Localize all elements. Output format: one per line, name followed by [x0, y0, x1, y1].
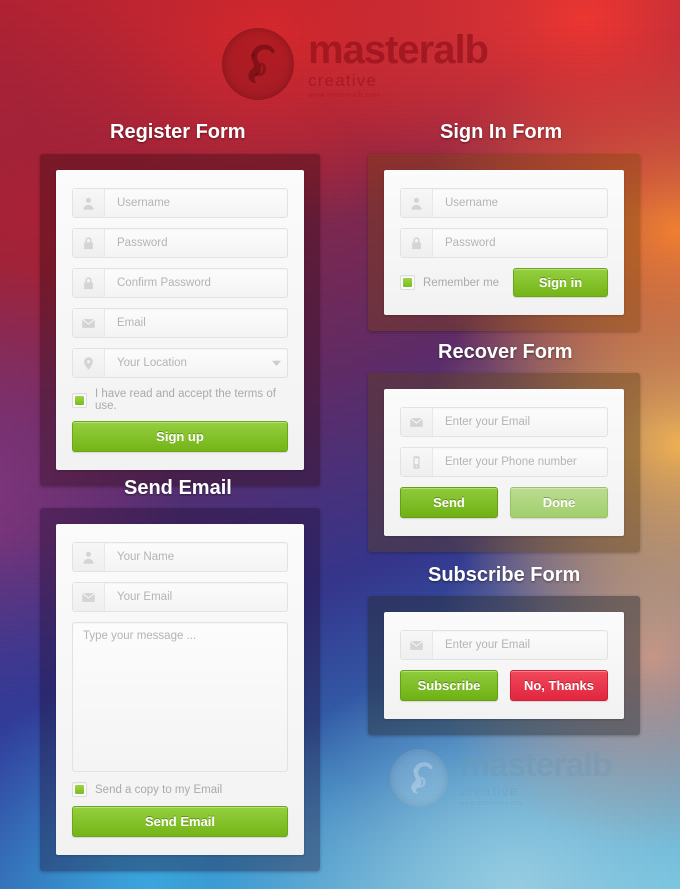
register-location-placeholder: Your Location: [117, 357, 187, 369]
register-form-card: Username Password Confirm Password Email: [56, 170, 304, 470]
subscribe-form-frame: Enter your Email Subscribe No, Thanks: [368, 596, 640, 735]
send-email-copy-checkbox[interactable]: [72, 782, 87, 797]
signin-form-frame: Username Password Remember me Sign in: [368, 154, 640, 331]
envelope-icon: [401, 631, 433, 659]
send-email-form-card: Your Name Your Email Type your message .…: [56, 524, 304, 855]
register-username-field[interactable]: Username: [72, 188, 288, 218]
envelope-icon: [73, 309, 105, 337]
signin-form-title: Sign In Form: [440, 121, 563, 143]
register-terms-checkbox[interactable]: [72, 392, 87, 408]
register-confirm-password-placeholder: Confirm Password: [117, 277, 211, 289]
subscribe-email-placeholder: Enter your Email: [445, 639, 531, 651]
subscribe-actions-row: Subscribe No, Thanks: [400, 670, 608, 701]
page-root: masteralb creative www.masteralb.com Reg…: [0, 0, 680, 889]
phone-icon: [401, 448, 433, 476]
subscribe-form-title: Subscribe Form: [428, 564, 581, 586]
envelope-icon: [73, 583, 105, 611]
send-email-email-placeholder: Your Email: [117, 591, 173, 603]
brand-wordmark-watermark: masteralb creative www.masteralb.com: [460, 746, 613, 807]
chevron-down-icon[interactable]: [265, 349, 287, 377]
send-email-button[interactable]: Send Email: [72, 806, 288, 837]
register-username-placeholder: Username: [117, 197, 171, 209]
signin-password-placeholder: Password: [445, 237, 496, 249]
sign-in-button[interactable]: Sign in: [513, 268, 608, 297]
register-form-title: Register Form: [110, 121, 246, 143]
send-email-form-frame: Your Name Your Email Type your message .…: [40, 508, 320, 871]
signin-remember-row[interactable]: Remember me: [400, 275, 499, 290]
send-email-email-field[interactable]: Your Email: [72, 582, 288, 612]
user-icon: [401, 189, 433, 217]
brand-url: www.masteralb.com: [460, 801, 524, 807]
brand-name: masteralb: [308, 27, 489, 72]
subscribe-button[interactable]: Subscribe: [400, 670, 498, 701]
seahorse-circle-logo-icon: [390, 748, 448, 807]
send-email-message-placeholder: Type your message ...: [83, 630, 197, 642]
recover-phone-placeholder: Enter your Phone number: [445, 456, 577, 468]
signin-actions-row: Remember me Sign in: [400, 268, 608, 297]
recover-form-title: Recover Form: [438, 341, 573, 363]
brand-name: masteralb: [460, 746, 613, 784]
no-thanks-button[interactable]: No, Thanks: [510, 670, 608, 701]
register-email-field[interactable]: Email: [72, 308, 288, 338]
send-email-copy-label: Send a copy to my Email: [95, 783, 223, 796]
signin-remember-checkbox[interactable]: [400, 275, 415, 290]
signin-username-placeholder: Username: [445, 197, 499, 209]
recover-send-button[interactable]: Send: [400, 487, 498, 518]
register-email-placeholder: Email: [117, 317, 146, 329]
user-icon: [73, 543, 105, 571]
brand-url: www.masteralb.com: [308, 91, 381, 99]
recover-email-placeholder: Enter your Email: [445, 416, 531, 428]
send-email-name-field[interactable]: Your Name: [72, 542, 288, 572]
seahorse-circle-logo-icon: [222, 28, 294, 100]
signin-remember-label: Remember me: [423, 276, 500, 289]
send-email-message-textarea[interactable]: Type your message ...: [72, 622, 288, 772]
recover-form-frame: Enter your Email Enter your Phone number…: [368, 373, 640, 552]
lock-icon: [401, 229, 433, 257]
sign-up-button[interactable]: Sign up: [72, 421, 288, 452]
signin-form-card: Username Password Remember me Sign in: [384, 170, 624, 315]
signin-password-field[interactable]: Password: [400, 228, 608, 258]
register-confirm-password-field[interactable]: Confirm Password: [72, 268, 288, 298]
register-location-select[interactable]: Your Location: [72, 348, 288, 378]
send-email-name-placeholder: Your Name: [117, 551, 175, 563]
subscribe-email-field[interactable]: Enter your Email: [400, 630, 608, 660]
subscribe-form-card: Enter your Email Subscribe No, Thanks: [384, 612, 624, 719]
signin-username-field[interactable]: Username: [400, 188, 608, 218]
lock-icon: [73, 269, 105, 297]
send-email-copy-row[interactable]: Send a copy to my Email: [72, 782, 288, 797]
recover-form-card: Enter your Email Enter your Phone number…: [384, 389, 624, 536]
brand-wordmark: masteralb creative www.masteralb.com: [308, 27, 489, 99]
register-terms-row[interactable]: I have read and accept the terms of use.: [72, 388, 288, 412]
envelope-icon: [401, 408, 433, 436]
send-email-form-title: Send Email: [124, 477, 232, 499]
recover-phone-field[interactable]: Enter your Phone number: [400, 447, 608, 477]
recover-email-field[interactable]: Enter your Email: [400, 407, 608, 437]
register-form-frame: Username Password Confirm Password Email: [40, 154, 320, 486]
lock-icon: [73, 229, 105, 257]
recover-done-button[interactable]: Done: [510, 487, 608, 518]
brand-tagline: creative: [460, 783, 519, 799]
register-password-field[interactable]: Password: [72, 228, 288, 258]
map-pin-icon: [73, 349, 105, 377]
register-password-placeholder: Password: [117, 237, 168, 249]
brand-logo-header: masteralb creative www.masteralb.com: [222, 27, 489, 100]
brand-logo-watermark: masteralb creative www.masteralb.com: [390, 746, 613, 807]
user-icon: [73, 189, 105, 217]
register-terms-label: I have read and accept the terms of use.: [95, 388, 276, 412]
brand-tagline: creative: [308, 70, 378, 90]
recover-actions-row: Send Done: [400, 487, 608, 518]
